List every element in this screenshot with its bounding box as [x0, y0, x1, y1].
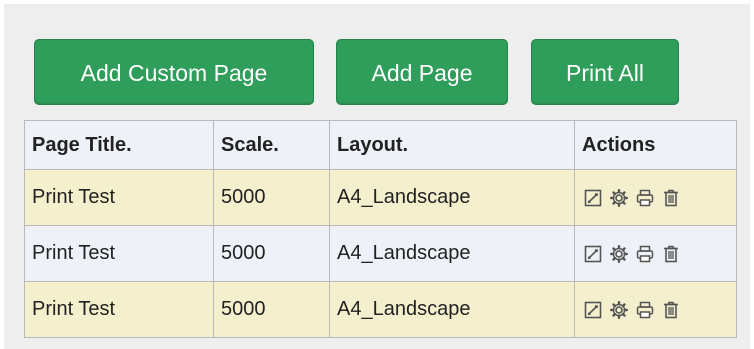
- settings-gear-icon[interactable]: [608, 187, 630, 209]
- edit-icon[interactable]: [582, 299, 604, 321]
- add-custom-page-button[interactable]: Add Custom Page: [34, 39, 314, 105]
- edit-icon[interactable]: [582, 243, 604, 265]
- delete-trash-icon[interactable]: [660, 299, 682, 321]
- pages-table: Page Title. Scale. Layout. Actions Print…: [24, 120, 737, 338]
- add-page-button[interactable]: Add Page: [336, 39, 508, 105]
- header-actions: Actions: [574, 120, 737, 170]
- print-all-button[interactable]: Print All: [531, 39, 679, 105]
- cell-page-title: Print Test: [24, 225, 214, 282]
- cell-page-title: Print Test: [24, 281, 214, 338]
- print-pages-panel: Add Custom Page Add Page Print All Page …: [4, 4, 750, 349]
- header-layout: Layout.: [329, 120, 575, 170]
- header-scale: Scale.: [213, 120, 330, 170]
- edit-icon[interactable]: [582, 187, 604, 209]
- table-header-row: Page Title. Scale. Layout. Actions: [24, 120, 737, 170]
- print-icon[interactable]: [634, 243, 656, 265]
- print-icon[interactable]: [634, 299, 656, 321]
- print-icon[interactable]: [634, 187, 656, 209]
- cell-actions: [574, 225, 737, 282]
- cell-scale: 5000: [213, 225, 330, 282]
- cell-scale: 5000: [213, 281, 330, 338]
- cell-actions: [574, 281, 737, 338]
- cell-layout: A4_Landscape: [329, 281, 575, 338]
- cell-actions: [574, 169, 737, 226]
- table-row: Print Test 5000 A4_Landscape: [24, 225, 737, 282]
- table-row: Print Test 5000 A4_Landscape: [24, 281, 737, 338]
- settings-gear-icon[interactable]: [608, 243, 630, 265]
- delete-trash-icon[interactable]: [660, 187, 682, 209]
- table-row: Print Test 5000 A4_Landscape: [24, 169, 737, 226]
- delete-trash-icon[interactable]: [660, 243, 682, 265]
- cell-page-title: Print Test: [24, 169, 214, 226]
- cell-layout: A4_Landscape: [329, 169, 575, 226]
- cell-layout: A4_Landscape: [329, 225, 575, 282]
- header-page-title: Page Title.: [24, 120, 214, 170]
- cell-scale: 5000: [213, 169, 330, 226]
- settings-gear-icon[interactable]: [608, 299, 630, 321]
